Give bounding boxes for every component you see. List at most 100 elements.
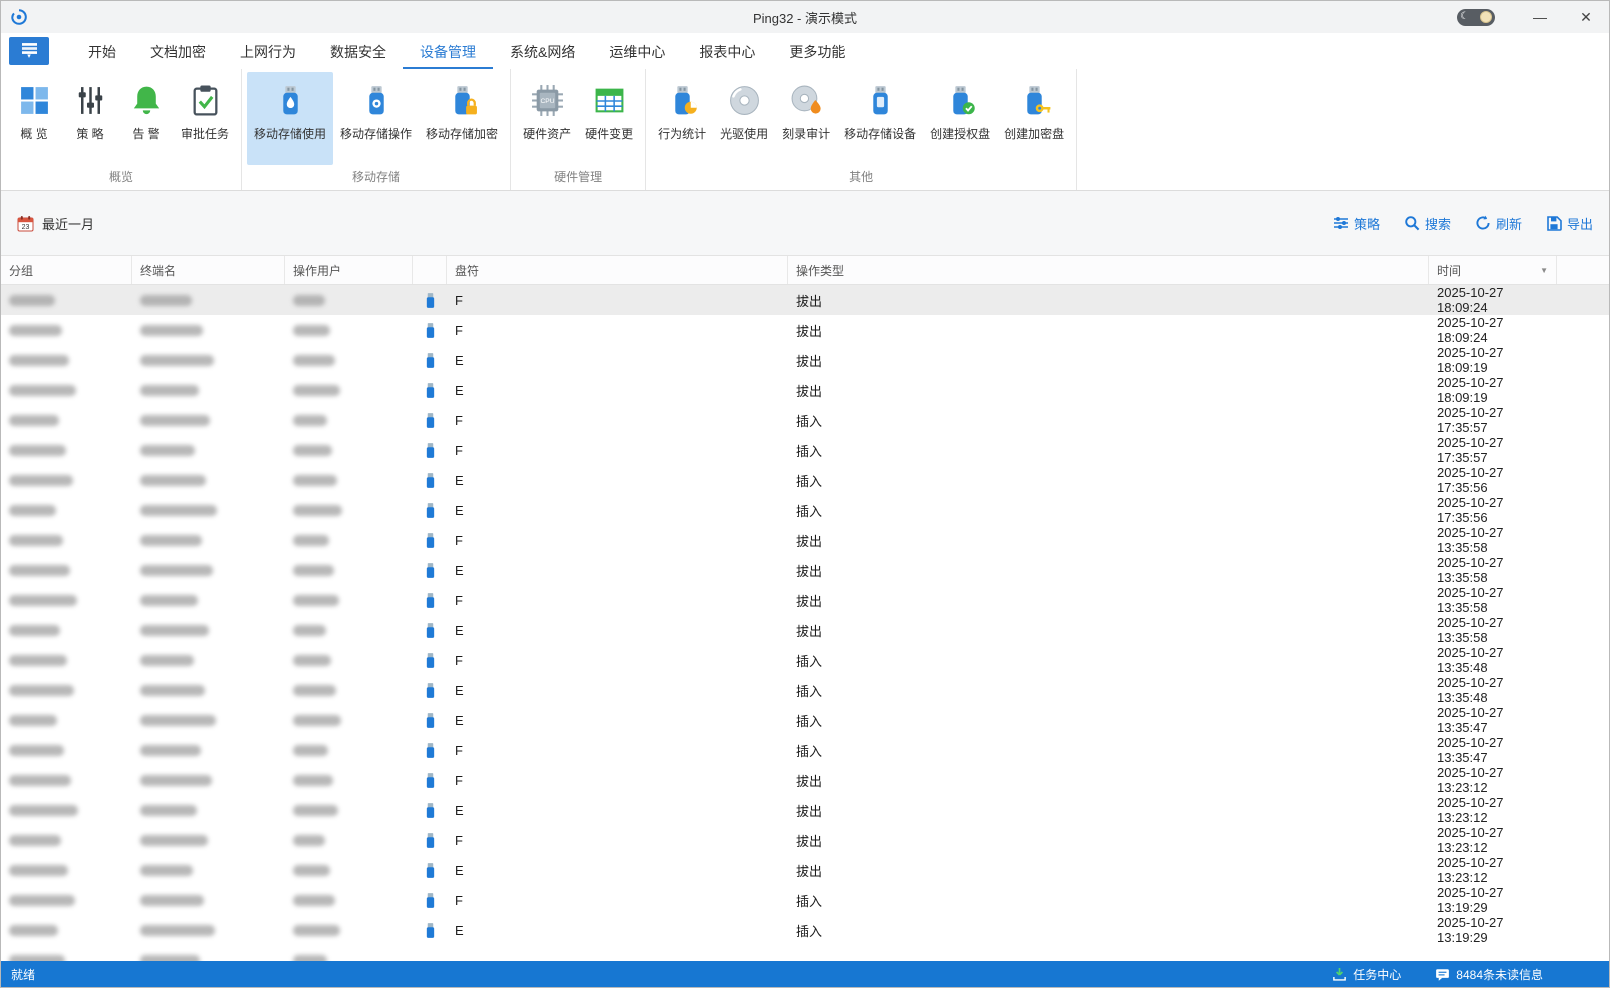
usb-drive-icon <box>425 922 436 939</box>
table-row[interactable]: F插入2025-10-27 17:35:57 <box>1 405 1609 435</box>
column-header-device-icon[interactable] <box>413 256 447 284</box>
redacted-text <box>293 685 336 696</box>
table-row[interactable]: F插入2025-10-27 13:35:47 <box>1 735 1609 765</box>
tab-ops-center[interactable]: 运维中心 <box>592 34 682 69</box>
close-button[interactable]: ✕ <box>1563 1 1609 33</box>
ribbon-button-burn-audit[interactable]: 刻录审计 <box>775 72 837 165</box>
cell-action: 插入 <box>788 495 1429 525</box>
cell-time: 2025-10-27 13:19:29 <box>1429 885 1557 915</box>
refresh-button-label: 刷新 <box>1496 214 1522 233</box>
cell-action: 插入 <box>788 645 1429 675</box>
ribbon-group-other: 行为统计光驱使用刻录审计移动存储设备创建授权盘创建加密盘其他 <box>646 69 1077 190</box>
table-row[interactable]: F插入2025-10-27 13:35:48 <box>1 645 1609 675</box>
ribbon-button-usb-usage[interactable]: 移动存储使用 <box>247 72 333 165</box>
table-row[interactable]: F插入2025-10-27 13:19:29 <box>1 885 1609 915</box>
cell-user-redacted <box>285 495 413 525</box>
cell-time: 2025-10-27 13:23:12 <box>1429 825 1557 855</box>
date-range-filter[interactable]: 23 最近一月 <box>17 214 94 233</box>
ribbon-button-behavior-stats[interactable]: 行为统计 <box>651 72 713 165</box>
ribbon-button-create-encrypted-disk[interactable]: 创建加密盘 <box>997 72 1071 165</box>
table-row[interactable]: F拔出2025-10-27 18:09:24 <box>1 315 1609 345</box>
table-row[interactable]: E拔出2025-10-27 18:09:19 <box>1 345 1609 375</box>
unread-messages-button[interactable]: 8484条未读信息 <box>1435 966 1543 983</box>
column-header-terminal[interactable]: 终端名 <box>132 256 285 284</box>
app-menu-button[interactable]: ▾ <box>9 37 49 65</box>
ribbon-button-approval-task[interactable]: 审批任务 <box>174 72 236 165</box>
table-row[interactable]: F拔出2025-10-27 18:09:24 <box>1 285 1609 315</box>
usb-lock-icon <box>446 84 479 117</box>
column-header-action[interactable]: 操作类型 <box>788 256 1429 284</box>
table-row[interactable]: E拔出2025-10-27 13:23:12 <box>1 795 1609 825</box>
table-row[interactable]: E插入2025-10-27 13:35:48 <box>1 675 1609 705</box>
tab-web-behavior[interactable]: 上网行为 <box>223 34 313 69</box>
table-row[interactable]: F拔出2025-10-27 13:35:58 <box>1 525 1609 555</box>
ribbon-button-hw-change[interactable]: 硬件变更 <box>578 72 640 165</box>
ribbon-group-label: 移动存储 <box>247 165 505 191</box>
column-header-time[interactable]: 时间▼ <box>1429 256 1557 284</box>
column-header-drive[interactable]: 盘符 <box>447 256 788 284</box>
tab-report-center[interactable]: 报表中心 <box>682 34 772 69</box>
minimize-button[interactable]: — <box>1517 1 1563 33</box>
cell-terminal-redacted <box>132 375 285 405</box>
cell-device-icon <box>413 645 447 675</box>
table-row[interactable]: F拔出2025-10-27 13:23:12 <box>1 765 1609 795</box>
cell-group-redacted <box>1 405 132 435</box>
tab-more-features[interactable]: 更多功能 <box>772 34 862 69</box>
ribbon-button-policy[interactable]: 策 略 <box>62 72 118 165</box>
table-row[interactable]: E插入2025-10-27 13:35:47 <box>1 705 1609 735</box>
task-center-button[interactable]: 任务中心 <box>1332 966 1401 983</box>
table-row[interactable]: E插入2025-10-27 17:35:56 <box>1 465 1609 495</box>
redacted-text <box>9 715 57 726</box>
cell-action: 插入 <box>788 735 1429 765</box>
table-row[interactable]: E拔出2025-10-27 13:23:12 <box>1 855 1609 885</box>
tab-device-mgmt[interactable]: 设备管理 <box>403 34 493 69</box>
refresh-button[interactable]: 刷新 <box>1475 214 1522 233</box>
tab-home[interactable]: 开始 <box>71 34 133 69</box>
policy-button[interactable]: 策略 <box>1333 214 1380 233</box>
ribbon-button-usb-devices[interactable]: 移动存储设备 <box>837 72 923 165</box>
ribbon-button-hw-asset[interactable]: CPU硬件资产 <box>516 72 578 165</box>
table-row[interactable]: E拔出2025-10-27 13:35:58 <box>1 615 1609 645</box>
cell-action: 插入 <box>788 915 1429 945</box>
ribbon-button-usb-encryption[interactable]: 移动存储加密 <box>419 72 505 165</box>
table-row-partial[interactable] <box>1 945 1609 961</box>
ribbon-button-create-auth-disk[interactable]: 创建授权盘 <box>923 72 997 165</box>
table-row[interactable]: F插入2025-10-27 17:35:57 <box>1 435 1609 465</box>
cell-group-redacted <box>1 555 132 585</box>
tab-data-security[interactable]: 数据安全 <box>313 34 403 69</box>
table-row[interactable]: E插入2025-10-27 17:35:56 <box>1 495 1609 525</box>
column-header-group[interactable]: 分组 <box>1 256 132 284</box>
usb-drive-icon <box>425 472 436 489</box>
ribbon-button-overview[interactable]: 概 览 <box>6 72 62 165</box>
ribbon-button-usb-operation[interactable]: 移动存储操作 <box>333 72 419 165</box>
ribbon-button-alert[interactable]: 告 警 <box>118 72 174 165</box>
column-header-user[interactable]: 操作用户 <box>285 256 413 284</box>
cell-action: 插入 <box>788 675 1429 705</box>
table-row[interactable]: F拔出2025-10-27 13:23:12 <box>1 825 1609 855</box>
table-row[interactable]: F拔出2025-10-27 13:35:58 <box>1 585 1609 615</box>
cell-time: 2025-10-27 17:35:56 <box>1429 495 1557 525</box>
redacted-text <box>140 805 197 816</box>
tab-system-network[interactable]: 系统&网络 <box>493 34 592 69</box>
column-header-label: 盘符 <box>455 262 479 279</box>
cell-group-redacted <box>1 825 132 855</box>
cell-user-redacted <box>285 765 413 795</box>
export-button[interactable]: 导出 <box>1546 214 1593 233</box>
cell-user-redacted <box>285 345 413 375</box>
table-row[interactable]: E拔出2025-10-27 18:09:19 <box>1 375 1609 405</box>
ribbon-button-label: 移动存储使用 <box>254 125 326 142</box>
table-row[interactable]: E插入2025-10-27 13:19:29 <box>1 915 1609 945</box>
ribbon-button-disc-usage[interactable]: 光驱使用 <box>713 72 775 165</box>
column-header-filler <box>1557 256 1609 284</box>
cell-time: 2025-10-27 13:35:58 <box>1429 585 1557 615</box>
theme-toggle[interactable]: ☾ <box>1457 9 1495 26</box>
usb-drive-icon <box>425 832 436 849</box>
usb-drive-icon <box>425 802 436 819</box>
redacted-text <box>293 655 331 666</box>
tab-doc-encryption[interactable]: 文档加密 <box>133 34 223 69</box>
cell-device-icon <box>413 555 447 585</box>
search-button[interactable]: 搜索 <box>1404 214 1451 233</box>
table-row[interactable]: E拔出2025-10-27 13:35:58 <box>1 555 1609 585</box>
time-filter-arrow-icon[interactable]: ▼ <box>1540 266 1548 275</box>
cell-device-icon <box>413 585 447 615</box>
